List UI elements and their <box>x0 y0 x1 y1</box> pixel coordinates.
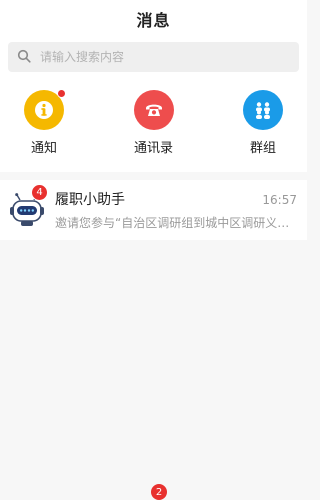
avatar: 4 <box>8 184 48 229</box>
unread-badge: 4 <box>31 184 48 201</box>
quick-item-notice[interactable]: 通知 <box>20 89 68 172</box>
search-icon <box>17 48 31 67</box>
tab-bar-fragment: 2 <box>0 484 307 500</box>
search-bar <box>0 38 307 78</box>
quick-item-label: 通知 <box>30 141 57 156</box>
conversation-time: 16:57 <box>262 193 297 207</box>
conversation-list: 4 履职小助手 16:57 邀请您参与“自治区调研组到城中区调研义务教育工作” <box>0 180 307 240</box>
conversation-header: 履职小助手 16:57 <box>55 189 297 209</box>
tab-unread-badge: 2 <box>151 484 167 500</box>
quick-item-contacts[interactable]: 通讯录 <box>130 90 178 172</box>
conversation-name: 履职小助手 <box>55 192 125 208</box>
quick-actions: 通知 通讯录 群组 <box>0 78 307 172</box>
page-title: 消息 <box>136 11 171 30</box>
app: 消息 通知 <box>0 0 307 500</box>
conversation-preview: 邀请您参与“自治区调研组到城中区调研义务教育工作” <box>55 216 297 230</box>
search-box[interactable] <box>8 42 299 72</box>
search-input[interactable] <box>40 50 280 64</box>
quick-item-groups[interactable]: 群组 <box>239 90 287 172</box>
conversation-item[interactable]: 4 履职小助手 16:57 邀请您参与“自治区调研组到城中区调研义务教育工作” <box>0 180 307 240</box>
phone-icon <box>133 90 174 130</box>
conversation-body: 履职小助手 16:57 邀请您参与“自治区调研组到城中区调研义务教育工作” <box>55 189 297 231</box>
quick-item-label: 通讯录 <box>133 141 173 156</box>
notice-icon <box>24 89 66 130</box>
group-icon <box>243 90 283 130</box>
quick-item-label: 群组 <box>249 141 276 156</box>
header: 消息 <box>0 0 307 38</box>
notice-unread-dot <box>57 89 66 98</box>
